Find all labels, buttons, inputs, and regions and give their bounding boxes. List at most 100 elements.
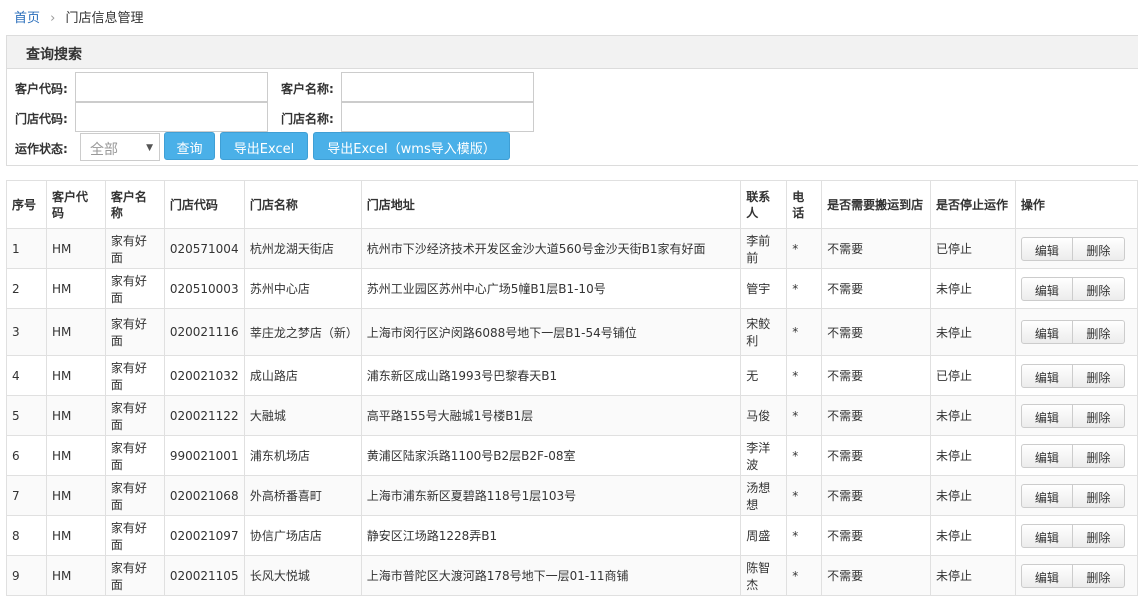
actions-cell: 编辑 删除 <box>1014 515 1138 556</box>
edit-button[interactable]: 编辑 <box>1020 363 1073 388</box>
store-name-cell: 杭州龙湖天街店 <box>243 228 362 269</box>
status-select-value: 全部 <box>90 142 118 158</box>
column-header: 客户代码 <box>45 180 106 229</box>
edit-button[interactable]: 编辑 <box>1020 320 1073 344</box>
phone-cell: * <box>786 475 823 516</box>
stop-status-cell: 未停止 <box>930 268 1016 309</box>
customer-code-cell: HM <box>45 475 106 516</box>
contact-cell: 李洋波 <box>740 435 788 476</box>
delete-button[interactable]: 删除 <box>1072 483 1125 508</box>
contact-cell: 周盛 <box>740 515 788 556</box>
table-row: 5 HM 家有好面 020021122 大融城 高平路155号大融城1号楼B1层 马俊 * 不需… <box>6 395 1138 436</box>
actions-cell: 编辑 删除 <box>1014 228 1138 269</box>
phone-cell: * <box>786 228 823 269</box>
row-index-cell: 9 <box>6 555 47 596</box>
breadcrumb: 首页 › 门店信息管理 <box>0 0 1138 32</box>
customer-name-cell: 家有好面 <box>104 308 165 356</box>
edit-button[interactable]: 编辑 <box>1020 236 1073 261</box>
customer-code-cell: HM <box>45 308 106 356</box>
phone-cell: * <box>786 355 823 396</box>
search-panel-title: 查询搜索 <box>7 36 1138 69</box>
store-code-cell: 990021001 <box>163 435 245 476</box>
store-name-cell: 长风大悦城 <box>243 555 362 596</box>
delete-button[interactable]: 删除 <box>1072 443 1125 468</box>
delete-button[interactable]: 删除 <box>1072 276 1125 301</box>
edit-button[interactable]: 编辑 <box>1020 276 1073 301</box>
phone-cell: * <box>786 435 823 476</box>
status-select[interactable]: 全部 ▼ <box>80 133 160 161</box>
contact-cell: 汤想想 <box>740 475 788 516</box>
actions-cell: 编辑 删除 <box>1014 355 1138 396</box>
delete-button[interactable]: 删除 <box>1072 403 1125 428</box>
store-code-cell: 020021068 <box>163 475 245 516</box>
store-address-cell: 高平路155号大融城1号楼B1层 <box>360 395 742 436</box>
store-code-cell: 020571004 <box>163 228 245 269</box>
customer-name-cell: 家有好面 <box>104 228 165 269</box>
stop-status-cell: 未停止 <box>930 395 1016 436</box>
edit-button[interactable]: 编辑 <box>1020 443 1073 468</box>
customer-code-cell: HM <box>45 268 106 309</box>
customer-code-cell: HM <box>45 395 106 436</box>
customer-code-cell: HM <box>45 355 106 396</box>
delete-button[interactable]: 删除 <box>1072 523 1125 548</box>
column-header: 电话 <box>786 180 823 229</box>
store-code-input[interactable] <box>75 102 268 132</box>
delete-button[interactable]: 删除 <box>1072 563 1125 588</box>
need-transport-cell: 不需要 <box>821 435 932 476</box>
store-code-cell: 020021032 <box>163 355 245 396</box>
row-index-cell: 6 <box>6 435 47 476</box>
store-code-label: 门店代码: <box>15 112 68 126</box>
actions-cell: 编辑 删除 <box>1014 475 1138 516</box>
phone-cell: * <box>786 395 823 436</box>
table-row: 6 HM 家有好面 990021001 浦东机场店 黄浦区陆家浜路1100号B2层B2F-… <box>6 435 1138 476</box>
customer-name-cell: 家有好面 <box>104 475 165 516</box>
customer-code-cell: HM <box>45 228 106 269</box>
need-transport-cell: 不需要 <box>821 228 932 269</box>
edit-button[interactable]: 编辑 <box>1020 563 1073 588</box>
table-row: 9 HM 家有好面 020021105 长风大悦城 上海市普陀区大渡河路178号地下一层0… <box>6 555 1138 596</box>
row-index-cell: 2 <box>6 268 47 309</box>
edit-button[interactable]: 编辑 <box>1020 403 1073 428</box>
column-header: 是否停止运作 <box>930 180 1016 229</box>
contact-cell: 无 <box>740 355 788 396</box>
actions-cell: 编辑 删除 <box>1014 435 1138 476</box>
query-button[interactable]: 查询 <box>164 132 215 160</box>
table-row: 4 HM 家有好面 020021032 成山路店 浦东新区成山路1993号巴黎春天B1 无 *… <box>6 355 1138 396</box>
edit-button[interactable]: 编辑 <box>1020 483 1073 508</box>
stop-status-cell: 未停止 <box>930 475 1016 516</box>
export-excel-wms-button[interactable]: 导出Excel（wms导入模版） <box>313 132 510 160</box>
phone-cell: * <box>786 555 823 596</box>
delete-button[interactable]: 删除 <box>1072 236 1125 261</box>
need-transport-cell: 不需要 <box>821 515 932 556</box>
customer-name-cell: 家有好面 <box>104 435 165 476</box>
row-index-cell: 1 <box>6 228 47 269</box>
customer-name-cell: 家有好面 <box>104 555 165 596</box>
customer-name-cell: 家有好面 <box>104 395 165 436</box>
contact-cell: 管宇 <box>740 268 788 309</box>
customer-name-input[interactable] <box>341 72 534 102</box>
store-code-cell: 020510003 <box>163 268 245 309</box>
store-address-cell: 上海市闵行区沪闵路6088号地下一层B1-54号铺位 <box>360 308 742 356</box>
column-header: 门店地址 <box>360 180 742 229</box>
store-name-input[interactable] <box>341 102 534 132</box>
store-name-label: 门店名称: <box>281 112 334 126</box>
customer-code-input[interactable] <box>75 72 268 102</box>
column-header: 是否需要搬运到店 <box>821 180 932 229</box>
actions-cell: 编辑 删除 <box>1014 268 1138 309</box>
column-header: 门店代码 <box>163 180 245 229</box>
store-table: 序号 客户代码 客户名称 门店代码 门店名称 门店地址 联系人 电话 是否需要搬运到店 是否停止运… <box>6 180 1138 596</box>
breadcrumb-home-link[interactable]: 首页 <box>14 11 40 26</box>
export-excel-button[interactable]: 导出Excel <box>220 132 308 160</box>
table-row: 7 HM 家有好面 020021068 外高桥番喜町 上海市浦东新区夏碧路118号1层10… <box>6 475 1138 516</box>
edit-button[interactable]: 编辑 <box>1020 523 1073 548</box>
search-panel: 查询搜索 客户代码: 客户名称: 门店代码: 门店名称: 运作状态: 全部 ▼ … <box>6 35 1138 166</box>
store-address-cell: 黄浦区陆家浜路1100号B2层B2F-08室 <box>360 435 742 476</box>
store-code-cell: 020021116 <box>163 308 245 356</box>
store-code-cell: 020021105 <box>163 555 245 596</box>
delete-button[interactable]: 删除 <box>1072 363 1125 388</box>
store-address-cell: 静安区江场路1228弄B1 <box>360 515 742 556</box>
delete-button[interactable]: 删除 <box>1072 320 1125 344</box>
actions-cell: 编辑 删除 <box>1014 395 1138 436</box>
store-address-cell: 上海市普陀区大渡河路178号地下一层01-11商铺 <box>360 555 742 596</box>
store-name-cell: 协信广场店店 <box>243 515 362 556</box>
